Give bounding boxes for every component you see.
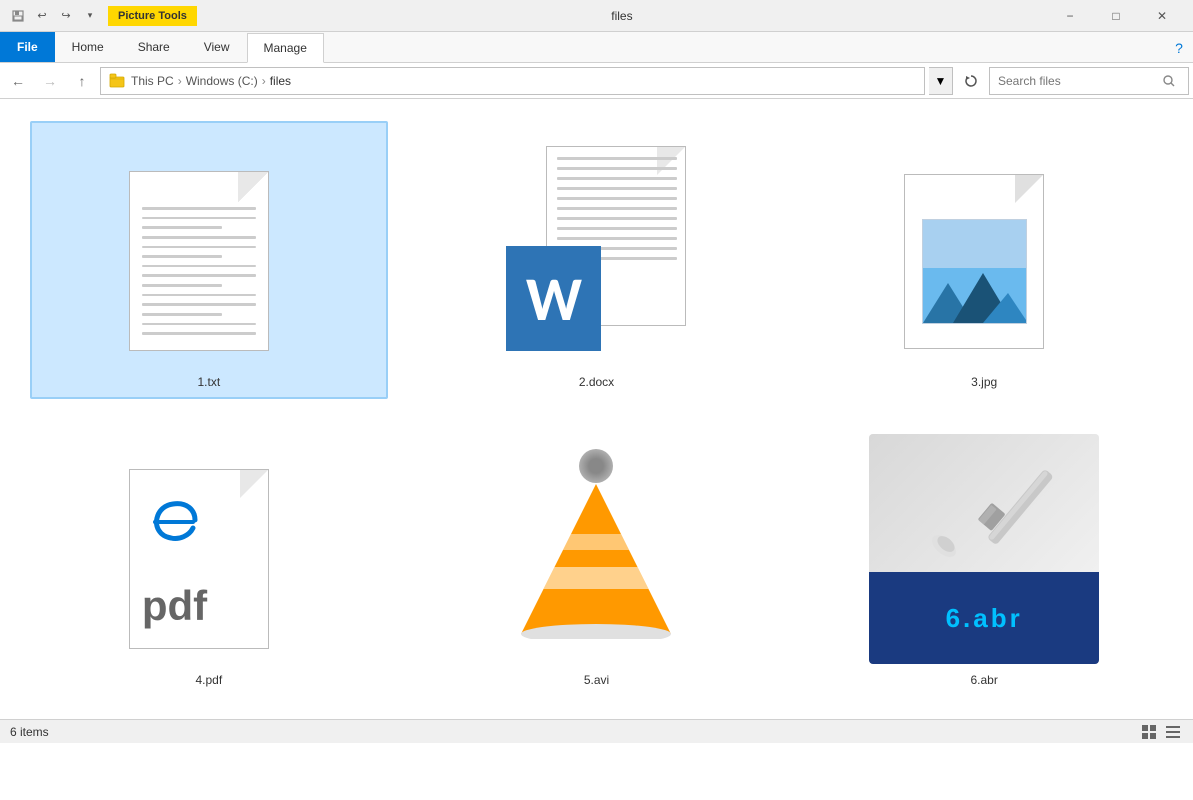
text-lines xyxy=(142,207,256,335)
file-label-jpg: 3.jpg xyxy=(971,375,997,389)
tab-home[interactable]: Home xyxy=(55,32,121,62)
page-bg xyxy=(129,171,269,351)
large-icons-view-button[interactable] xyxy=(1139,722,1159,742)
file-item-pdf[interactable]: pdf 4.pdf xyxy=(30,419,388,697)
minimize-button[interactable]: − xyxy=(1047,0,1093,32)
details-view-button[interactable] xyxy=(1163,722,1183,742)
title-bar: ↩ ↪ ▾ Picture Tools files − □ ✕ xyxy=(0,0,1193,32)
address-box[interactable]: This PC › Windows (C:) › files xyxy=(100,67,925,95)
ribbon: File Home Share View Manage ? xyxy=(0,32,1193,63)
breadcrumb-windows-c[interactable]: Windows (C:) xyxy=(186,74,258,88)
file-label-abr: 6.abr xyxy=(970,673,997,687)
file-item-avi[interactable]: 5.avi xyxy=(418,419,776,697)
file-item-docx[interactable]: W 2.docx xyxy=(418,121,776,399)
window-title: files xyxy=(197,9,1047,23)
tab-share[interactable]: Share xyxy=(121,32,187,62)
address-dropdown[interactable]: ▼ xyxy=(929,67,953,95)
forward-button[interactable]: → xyxy=(36,67,64,95)
main-area: 1.txt xyxy=(0,99,1193,719)
back-button[interactable]: ← xyxy=(4,67,32,95)
close-button[interactable]: ✕ xyxy=(1139,0,1185,32)
word-badge: W xyxy=(506,246,601,351)
address-bar-row: ← → ↑ This PC › Windows (C:) › files ▼ xyxy=(0,63,1193,99)
image-preview xyxy=(922,219,1027,324)
search-box[interactable] xyxy=(989,67,1189,95)
view-toggles xyxy=(1139,722,1183,742)
brushes-text: 6.abr xyxy=(869,572,1099,664)
tab-file[interactable]: File xyxy=(0,32,55,62)
vlc-cone xyxy=(516,449,676,649)
abr-icon-container: 6.abr xyxy=(869,429,1099,669)
search-button[interactable] xyxy=(1159,68,1180,94)
txt-icon-container xyxy=(94,131,324,371)
file-item-abr[interactable]: 6.abr 6.abr xyxy=(805,419,1163,697)
status-bar: 6 items xyxy=(0,719,1193,743)
brush-preview-area xyxy=(869,434,1099,572)
txt-file-icon xyxy=(129,151,289,351)
pdf-file-icon: pdf xyxy=(129,449,289,649)
breadcrumb-files[interactable]: files xyxy=(270,74,291,88)
save-icon[interactable] xyxy=(8,6,28,26)
docx-icon-container: W xyxy=(481,131,711,371)
window-controls: − □ ✕ xyxy=(1047,0,1185,32)
jpg-file-icon xyxy=(904,154,1064,349)
item-count: 6 items xyxy=(10,725,49,739)
abr-file-icon: 6.abr xyxy=(869,434,1099,664)
help-button[interactable]: ? xyxy=(1165,34,1193,62)
undo-icon[interactable]: ↩ xyxy=(32,6,52,26)
redo-icon[interactable]: ↪ xyxy=(56,6,76,26)
file-label-pdf: 4.pdf xyxy=(195,673,222,687)
docx-file-icon: W xyxy=(506,146,686,356)
title-bar-icons: ↩ ↪ ▾ xyxy=(8,6,100,26)
picture-tools-badge: Picture Tools xyxy=(108,6,197,26)
file-label-docx: 2.docx xyxy=(579,375,614,389)
refresh-button[interactable] xyxy=(957,67,985,95)
maximize-button[interactable]: □ xyxy=(1093,0,1139,32)
tab-manage[interactable]: Manage xyxy=(247,33,324,63)
file-label-avi: 5.avi xyxy=(584,673,609,687)
pdf-icon-container: pdf xyxy=(94,429,324,669)
file-item-txt[interactable]: 1.txt xyxy=(30,121,388,399)
file-item-jpg[interactable]: 3.jpg xyxy=(805,121,1163,399)
jpg-icon-container xyxy=(869,131,1099,371)
file-grid: 1.txt xyxy=(20,111,1173,707)
dropdown-icon[interactable]: ▾ xyxy=(80,6,100,26)
avi-icon-container xyxy=(481,429,711,669)
avi-file-icon xyxy=(499,439,694,659)
ribbon-tabs: File Home Share View Manage ? xyxy=(0,32,1193,62)
tab-view[interactable]: View xyxy=(187,32,247,62)
pdf-text-label: pdf xyxy=(142,582,207,630)
search-input[interactable] xyxy=(998,74,1159,88)
breadcrumb-this-pc[interactable]: This PC xyxy=(131,74,174,88)
up-button[interactable]: ↑ xyxy=(68,67,96,95)
file-label-txt: 1.txt xyxy=(197,375,220,389)
